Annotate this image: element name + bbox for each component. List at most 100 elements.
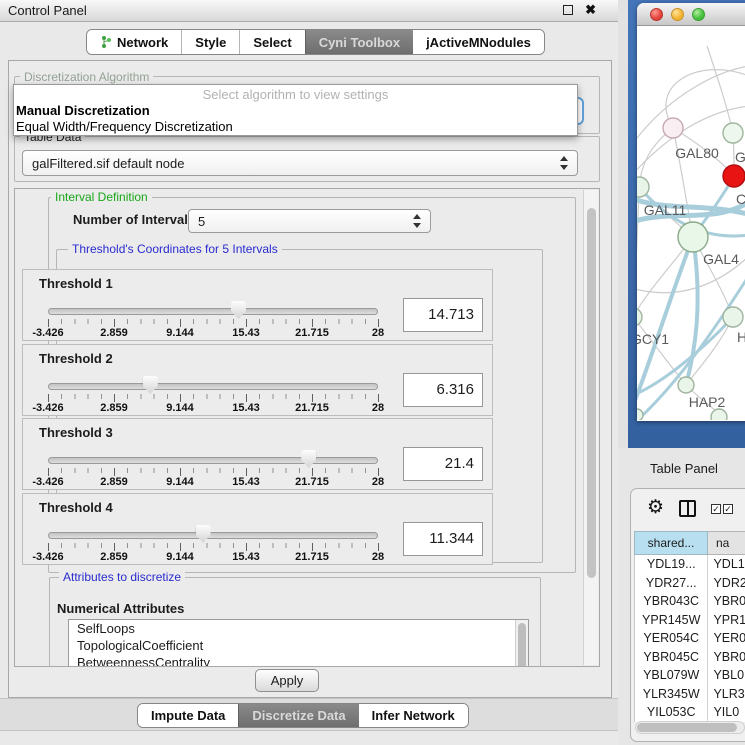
cell-name[interactable]: YBR0 (708, 648, 745, 667)
table-row[interactable]: YER054CYER0 (635, 629, 745, 648)
threshold-3-slider-thumb[interactable] (301, 450, 316, 468)
cell-shared-name[interactable]: YLR345W (635, 685, 708, 704)
table-row[interactable]: YBR043CYBR0 (635, 592, 745, 611)
table-panel-box: ⚙ ✓ ✓ shared... na YDL19...YDL1YDR27...Y… (630, 488, 745, 742)
cell-name[interactable]: YLR3 (708, 685, 745, 704)
cell-shared-name[interactable]: YER054C (635, 629, 708, 648)
threshold-4-slider[interactable] (48, 532, 378, 539)
node-label-gal4: GAL4 (703, 251, 739, 267)
node-ga-partial (723, 123, 743, 143)
dropdown-option-equal-width[interactable]: Equal Width/Frequency Discretization (14, 119, 577, 135)
checkbox-icon[interactable]: ✓ (711, 504, 721, 514)
dropdown-option-manual[interactable]: Manual Discretization (14, 103, 577, 119)
cell-shared-name[interactable]: YBR043C (635, 592, 708, 611)
threshold-4-row: Threshold 4 -3.426 2.859 9.144 15.43 21.… (22, 493, 493, 565)
zoom-traffic-light-icon[interactable] (692, 8, 705, 21)
cell-shared-name[interactable]: YDR27... (635, 574, 708, 593)
tab-infer-network[interactable]: Infer Network (359, 704, 468, 727)
node-label-gal80: GAL80 (675, 145, 719, 161)
apply-button[interactable]: Apply (255, 669, 319, 692)
table-row[interactable]: YLR345WYLR3 (635, 685, 745, 704)
number-of-intervals-label: Number of Intervals (73, 212, 195, 227)
threshold-3-row: Threshold 3 -3.426 2.859 9.144 15.43 21.… (22, 418, 493, 490)
list-item[interactable]: TopologicalCoefficient (69, 637, 528, 654)
float-window-icon[interactable] (563, 5, 573, 15)
tab-jactivemnodules[interactable]: jActiveMNodules (413, 30, 544, 54)
cell-shared-name[interactable]: YBL079W (635, 666, 708, 685)
number-of-intervals-combobox[interactable]: 5 (188, 209, 431, 233)
cell-name[interactable]: YDL1 (708, 555, 745, 574)
cell-name[interactable]: YBL0 (708, 666, 745, 685)
threshold-4-slider-thumb[interactable] (196, 525, 211, 543)
table-horizontal-scrollbar[interactable] (635, 721, 745, 734)
numerical-attributes-list[interactable]: SelfLoops TopologicalCoefficient Between… (68, 619, 529, 667)
node-table: shared... na YDL19...YDL1YDR27...YDR2YBR… (634, 531, 745, 722)
checkbox-icon[interactable]: ✓ (723, 504, 733, 514)
dropdown-placeholder: Select algorithm to view settings (14, 85, 577, 103)
node-bottom-partial (711, 409, 727, 420)
cell-shared-name[interactable]: YIL053C (635, 703, 708, 722)
threshold-1-slider[interactable] (48, 308, 378, 315)
minimize-traffic-light-icon[interactable] (671, 8, 684, 21)
tab-select[interactable]: Select (239, 30, 304, 54)
tab-impute-data[interactable]: Impute Data (138, 704, 238, 727)
column-header-name[interactable]: na (708, 531, 745, 555)
node-left-partial (637, 409, 643, 420)
cell-shared-name[interactable]: YBR045C (635, 648, 708, 667)
cell-shared-name[interactable]: YDL19... (635, 555, 708, 574)
threshold-4-value-field[interactable]: 11.344 (403, 522, 483, 556)
threshold-1-value-field[interactable]: 14.713 (403, 298, 483, 332)
tab-label: Network (117, 35, 168, 50)
combo-arrows-icon (557, 156, 571, 170)
node-gal4 (678, 222, 708, 252)
table-data-combobox[interactable]: galFiltered.sif default node (22, 150, 578, 176)
tab-cyni-toolbox[interactable]: Cyni Toolbox (305, 30, 413, 54)
node-label-h: H (737, 329, 745, 345)
column-header-shared-name[interactable]: shared... (634, 531, 708, 555)
control-panel-titlebar: Control Panel ✖ (0, 0, 618, 22)
gear-icon[interactable]: ⚙ (647, 496, 664, 519)
list-item[interactable]: SelfLoops (69, 620, 528, 637)
panel-title: Control Panel (0, 3, 87, 18)
threshold-2-slider[interactable] (48, 383, 378, 390)
close-icon[interactable]: ✖ (585, 5, 596, 15)
threshold-3-value-field[interactable]: 21.4 (403, 447, 483, 481)
cell-name[interactable]: YDR2 (708, 574, 745, 593)
tab-network[interactable]: Network (87, 30, 181, 54)
threshold-1-slider-thumb[interactable] (231, 301, 246, 319)
table-row[interactable]: YDL19...YDL1 (635, 555, 745, 574)
control-panel: Control Panel ✖ Network Style Select Cyn… (0, 0, 618, 745)
network-canvas[interactable]: GAL80 GA C GAL11 GAL4 GCY1 H HAP2 (637, 26, 745, 420)
cell-name[interactable]: YBR0 (708, 592, 745, 611)
number-of-intervals-value: 5 (189, 214, 410, 229)
table-row[interactable]: YDR27...YDR2 (635, 574, 745, 593)
cell-shared-name[interactable]: YPR145W (635, 611, 708, 630)
table-row[interactable]: YBL079WYBL0 (635, 666, 745, 685)
combo-arrows-icon (410, 214, 424, 228)
node-label-hap2: HAP2 (689, 394, 726, 410)
threshold-3-slider[interactable] (48, 457, 378, 464)
list-item[interactable]: BetweennessCentrality (69, 654, 528, 667)
table-row[interactable]: YIL053CYIL0 (635, 703, 745, 722)
table-panel: Table Panel ⚙ ✓ ✓ shared... na YDL19...Y… (618, 448, 745, 745)
algorithm-dropdown-popup: Select algorithm to view settings Manual… (13, 84, 578, 136)
threshold-2-value-field[interactable]: 6.316 (403, 373, 483, 407)
tab-discretize-data[interactable]: Discretize Data (238, 704, 358, 727)
tab-style[interactable]: Style (181, 30, 239, 54)
close-traffic-light-icon[interactable] (650, 8, 663, 21)
settings-vertical-scrollbar[interactable] (583, 190, 598, 665)
columns-icon[interactable] (679, 500, 696, 517)
cell-name[interactable]: YIL0 (708, 703, 745, 722)
node-gcy1 (637, 308, 642, 326)
node-hap2 (678, 377, 694, 393)
node-label-c: C (736, 191, 745, 207)
cell-name[interactable]: YER0 (708, 629, 745, 648)
threshold-2-slider-thumb[interactable] (143, 376, 158, 394)
table-row[interactable]: YBR045CYBR0 (635, 648, 745, 667)
node-h-partial (723, 307, 743, 327)
cell-name[interactable]: YPR1 (708, 611, 745, 630)
table-row[interactable]: YPR145WYPR1 (635, 611, 745, 630)
list-scrollbar[interactable] (515, 620, 528, 667)
discretization-algorithm-title: Discretization Algorithm (20, 70, 153, 84)
node-label-gal11: GAL11 (644, 202, 687, 218)
